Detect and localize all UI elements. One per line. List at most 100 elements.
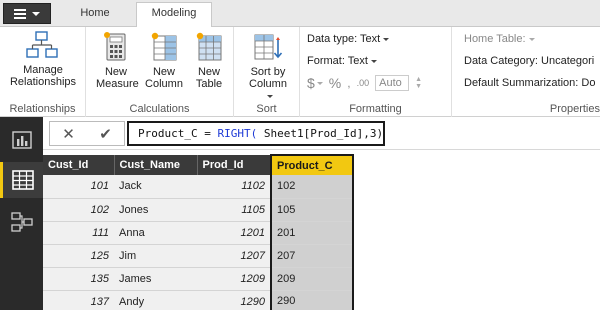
cancel-formula-icon[interactable]: ✕ xyxy=(50,125,87,143)
cell-product-c[interactable]: 290 xyxy=(270,290,354,310)
relationships-group-label: Relationships xyxy=(9,103,76,115)
cell-cust-name[interactable]: James xyxy=(114,267,197,291)
relationships-view-button[interactable] xyxy=(0,204,43,240)
report-view-button[interactable] xyxy=(0,122,43,158)
cell-cust-id[interactable]: 135 xyxy=(43,267,114,291)
cell-cust-id[interactable]: 125 xyxy=(43,244,114,268)
bar-chart-icon xyxy=(11,131,32,149)
cell-prod-id[interactable]: 1207 xyxy=(197,244,271,268)
table-row: 135 James 1209 209 xyxy=(43,267,354,291)
new-table-button[interactable]: New Table xyxy=(187,31,231,90)
column-header-cust-name[interactable]: Cust_Name xyxy=(114,155,198,175)
data-grid: Cust_Id Cust_Name Prod_Id Product_C 101 … xyxy=(43,150,600,310)
sort-by-column-button[interactable]: Sort by Column xyxy=(240,31,296,102)
default-summarization-dropdown[interactable]: Default Summarization: Do xyxy=(464,77,595,89)
cell-cust-id[interactable]: 137 xyxy=(43,290,114,310)
column-header-cust-id[interactable]: Cust_Id xyxy=(43,155,115,175)
formatting-group-label: Formatting xyxy=(349,103,402,115)
chevron-down-icon xyxy=(383,37,390,41)
formula-args: Sheet1[Prod_Id],3) xyxy=(257,127,384,140)
cell-cust-id[interactable]: 111 xyxy=(43,221,114,245)
formula-bar: ✕ ✔ Product_C = RIGHT( Sheet1[Prod_Id],3… xyxy=(43,117,600,150)
cell-prod-id[interactable]: 1102 xyxy=(197,175,271,199)
formatting-group: Data type: Text Format: Text $ % , .00 A… xyxy=(300,27,452,117)
calculations-group: New Measure New Column New Table Calcula… xyxy=(86,27,234,117)
new-column-button[interactable]: New Column xyxy=(140,31,188,90)
ribbon: Manage Relationships Relationships New M… xyxy=(0,27,600,117)
new-measure-label: New Measure xyxy=(96,66,139,90)
cell-prod-id[interactable]: 1209 xyxy=(197,267,271,291)
chevron-down-icon xyxy=(316,81,323,85)
sort-by-column-label: Sort by Column xyxy=(249,66,287,90)
cell-cust-name[interactable]: Jim xyxy=(114,244,197,268)
comma-button[interactable]: , xyxy=(347,76,350,90)
properties-group-label: Properties xyxy=(549,103,600,115)
format-label: Format: Text xyxy=(307,55,368,67)
sort-group-label: Sort xyxy=(256,103,277,115)
table-icon xyxy=(12,170,34,190)
manage-relationships-label: Manage Relationships xyxy=(9,64,77,88)
data-table: Cust_Id Cust_Name Prod_Id Product_C 101 … xyxy=(43,154,354,310)
commit-formula-icon[interactable]: ✔ xyxy=(87,125,124,143)
sort-icon xyxy=(254,34,283,60)
decimal-places-input[interactable]: Auto xyxy=(375,75,410,91)
header-row: Cust_Id Cust_Name Prod_Id Product_C xyxy=(43,154,354,175)
cell-product-c[interactable]: 102 xyxy=(270,175,354,199)
column-header-prod-id[interactable]: Prod_Id xyxy=(197,155,272,175)
cell-prod-id[interactable]: 1290 xyxy=(197,290,271,310)
cell-cust-name[interactable]: Jack xyxy=(114,175,197,199)
table-row: 137 Andy 1290 290 xyxy=(43,290,354,310)
data-category-dropdown[interactable]: Data Category: Uncategori xyxy=(464,55,594,67)
data-category-label: Data Category: Uncategori xyxy=(464,55,595,67)
new-column-label: New Column xyxy=(145,66,183,90)
cell-product-c[interactable]: 201 xyxy=(270,221,354,245)
calculations-group-label: Calculations xyxy=(129,103,190,115)
tab-home[interactable]: Home xyxy=(70,5,120,27)
cell-cust-name[interactable]: Jones xyxy=(114,198,197,222)
ribbon-tab-bar: Home Modeling xyxy=(0,0,600,28)
formula-input[interactable]: Product_C = RIGHT( Sheet1[Prod_Id],3) xyxy=(127,121,385,146)
cell-cust-id[interactable]: 101 xyxy=(43,175,114,199)
data-type-dropdown[interactable]: Data type: Text xyxy=(307,33,390,45)
cell-prod-id[interactable]: 1105 xyxy=(197,198,271,222)
cell-product-c[interactable]: 209 xyxy=(270,267,354,291)
new-table-icon xyxy=(196,32,222,61)
chevron-down-icon xyxy=(32,11,40,16)
hamburger-icon xyxy=(14,8,26,19)
table-row: 111 Anna 1201 201 xyxy=(43,221,354,245)
home-table-dropdown[interactable]: Home Table: xyxy=(464,33,535,45)
data-type-label: Data type: Text xyxy=(307,33,381,45)
table-row: 102 Jones 1105 105 xyxy=(43,198,354,222)
column-header-product-c[interactable]: Product_C xyxy=(270,154,354,175)
manage-relationships-button[interactable]: Manage Relationships xyxy=(4,31,82,88)
cell-cust-name[interactable]: Andy xyxy=(114,290,197,310)
cell-prod-id[interactable]: 1201 xyxy=(197,221,271,245)
cell-cust-id[interactable]: 102 xyxy=(43,198,114,222)
default-summarization-label: Default Summarization: Do xyxy=(464,77,596,89)
chevron-down-icon xyxy=(266,94,273,98)
percent-button[interactable]: % xyxy=(329,75,341,91)
formula-prefix: Product_C = xyxy=(138,127,218,140)
cell-cust-name[interactable]: Anna xyxy=(114,221,197,245)
tab-modeling[interactable]: Modeling xyxy=(136,2,212,28)
relationships-group: Manage Relationships Relationships xyxy=(0,27,86,117)
currency-button[interactable]: $ xyxy=(307,75,315,91)
formula-controls: ✕ ✔ xyxy=(49,121,125,146)
home-table-label: Home Table: xyxy=(464,33,526,45)
relationships-icon xyxy=(26,31,58,58)
new-measure-button[interactable]: New Measure xyxy=(91,31,141,90)
cell-product-c[interactable]: 207 xyxy=(270,244,354,268)
sort-group: Sort by Column Sort xyxy=(234,27,300,117)
spinner-icon[interactable]: ▲ ▼ xyxy=(415,76,422,90)
cell-product-c[interactable]: 105 xyxy=(270,198,354,222)
data-view-button[interactable] xyxy=(0,162,43,198)
file-menu-button[interactable] xyxy=(3,3,51,24)
formula-function: RIGHT( xyxy=(217,127,258,140)
new-column-icon xyxy=(151,32,177,61)
calculator-icon xyxy=(104,32,126,61)
table-row: 101 Jack 1102 102 xyxy=(43,175,354,199)
number-format-row: $ % , .00 Auto ▲ ▼ xyxy=(307,75,422,91)
decimals-button[interactable]: .00 xyxy=(357,78,370,88)
format-dropdown[interactable]: Format: Text xyxy=(307,55,377,67)
left-nav xyxy=(0,117,43,310)
